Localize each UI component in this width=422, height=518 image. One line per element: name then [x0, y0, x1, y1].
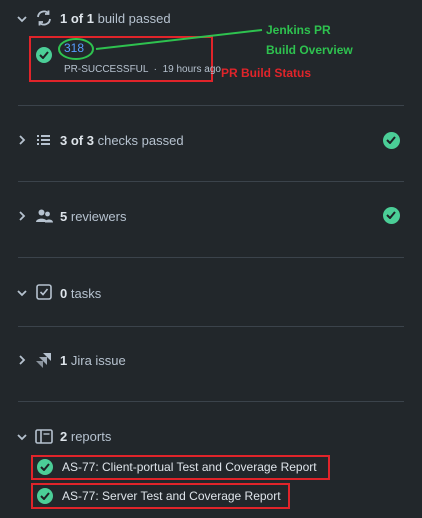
jira-header[interactable]: 1 Jira issue: [60, 353, 126, 368]
reports-header[interactable]: 2 reports: [60, 429, 111, 444]
report-success-icon: [37, 488, 53, 504]
tasks-count: 0: [60, 286, 68, 301]
report-link[interactable]: AS-77: Client-portual Test and Coverage …: [62, 460, 317, 474]
divider: [18, 326, 404, 327]
reviewers-header[interactable]: 5 reviewers: [60, 209, 126, 224]
reports-label: reports: [70, 429, 112, 444]
jira-label: Jira issue: [70, 353, 126, 368]
reviewers-count: 5: [60, 209, 68, 224]
checklist-icon: [37, 135, 50, 145]
chevron-right-icon[interactable]: [16, 210, 28, 222]
annotation-overview-line2: Build Overview: [266, 43, 353, 57]
report-icon: [35, 429, 53, 444]
checks-success-icon: [383, 132, 400, 149]
reports-count: 2: [60, 429, 68, 444]
report-link[interactable]: AS-77: Server Test and Coverage Report: [62, 489, 281, 503]
checks-header[interactable]: 3 of 3 checks passed: [60, 133, 184, 148]
checks-label: checks passed: [97, 133, 184, 148]
checks-count: 3 of 3: [60, 133, 94, 148]
annotation-jenkins-overview: Jenkins PR Build Overview: [266, 20, 353, 60]
divider: [18, 181, 404, 182]
jira-icon: [36, 353, 51, 368]
divider: [18, 105, 404, 106]
chevron-right-icon[interactable]: [16, 134, 28, 146]
jira-count: 1: [60, 353, 68, 368]
annotation-arrow-line: [95, 29, 263, 50]
chevron-down-icon[interactable]: [16, 287, 28, 299]
reviewers-success-icon: [383, 207, 400, 224]
report-success-icon: [37, 459, 53, 475]
chevron-right-icon[interactable]: [16, 354, 28, 366]
chevron-down-icon[interactable]: [16, 431, 28, 443]
tasks-label: tasks: [70, 286, 102, 301]
divider: [18, 257, 404, 258]
divider: [18, 401, 404, 402]
reviewers-label: reviewers: [70, 209, 127, 224]
reviewers-icon: [36, 209, 53, 223]
annotation-overview-line1: Jenkins PR: [266, 23, 331, 37]
tasks-header[interactable]: 0 tasks: [60, 286, 101, 301]
annotation-pr-build-status: PR Build Status: [221, 66, 312, 80]
task-checkbox-icon: [36, 284, 52, 300]
